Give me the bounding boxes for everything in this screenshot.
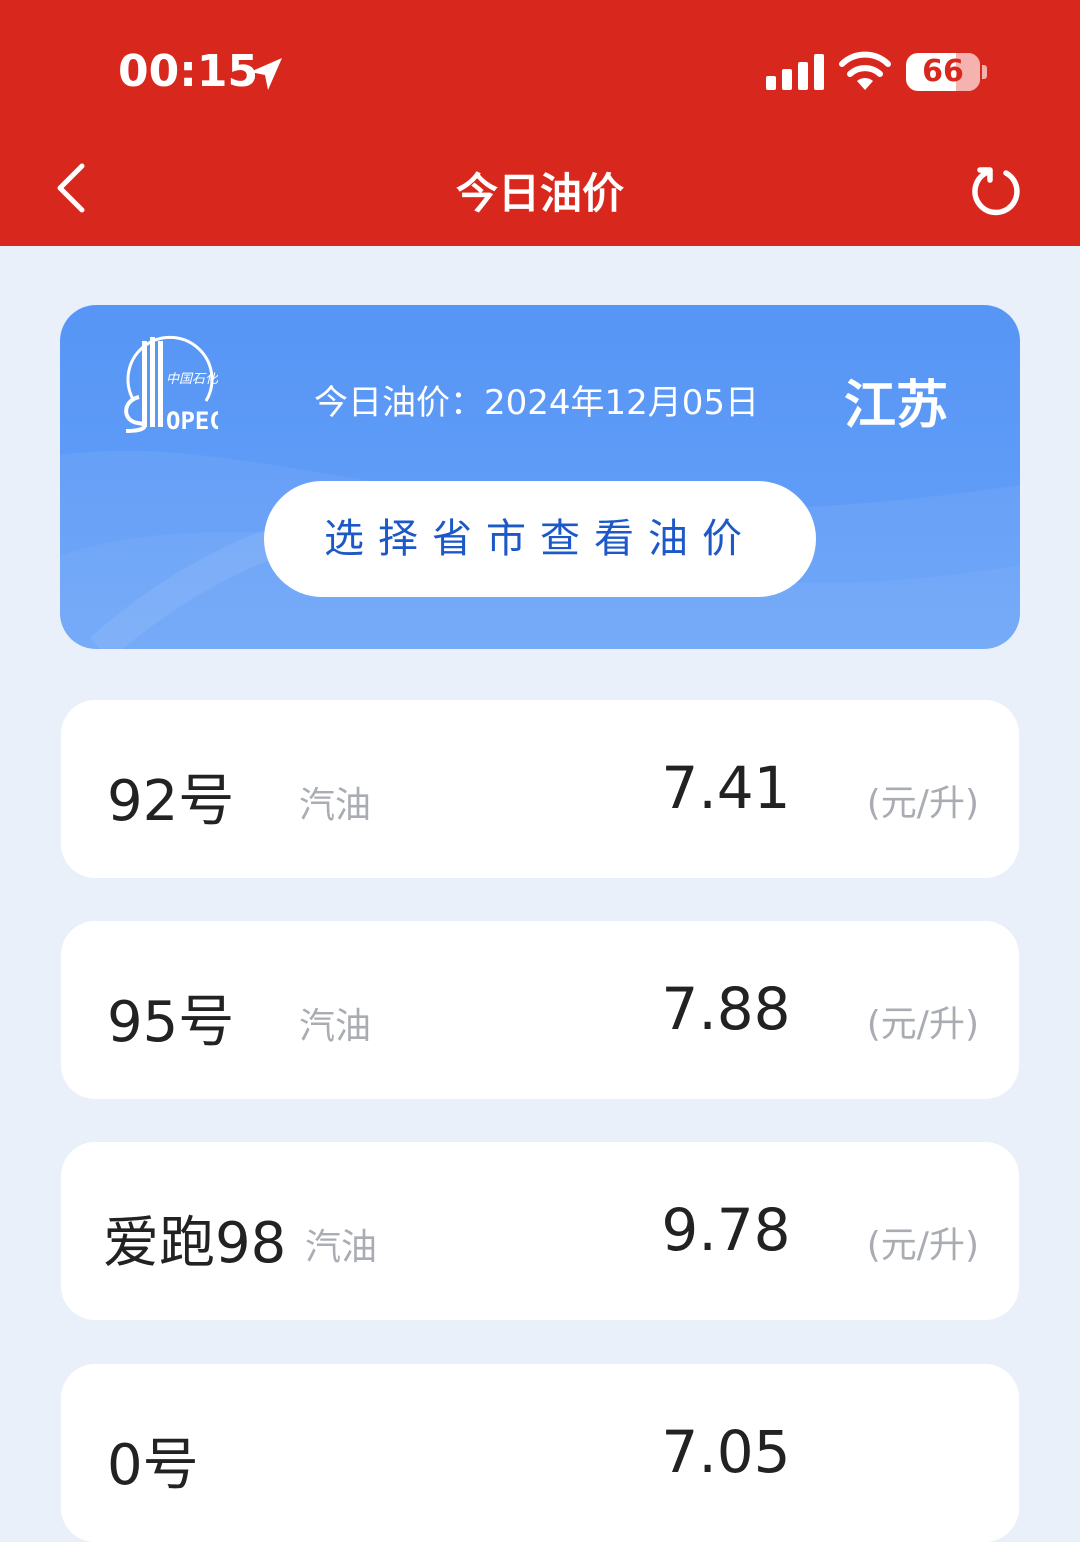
cellular-signal-icon: [766, 54, 824, 90]
svg-text:中国石化: 中国石化: [166, 372, 218, 387]
date-label: 今日油价：2024年12月05日: [314, 383, 760, 423]
back-button[interactable]: [52, 160, 92, 216]
fuel-type: 汽油: [299, 1006, 372, 1047]
fuel-price: 7.41: [661, 754, 791, 822]
price-row: 爱跑98 汽油 9.78 (元/升): [61, 1142, 1019, 1320]
refresh-icon[interactable]: [968, 164, 1022, 218]
fuel-grade: 92号: [107, 769, 235, 834]
fuel-type: 汽油: [305, 1227, 378, 1268]
battery-icon: 66: [906, 53, 980, 91]
fuel-grade: 0号: [107, 1433, 199, 1498]
price-unit: (元/升): [866, 783, 979, 824]
price-unit: (元/升): [866, 1004, 979, 1045]
fuel-price: 7.05: [661, 1418, 791, 1486]
fuel-type: 汽油: [299, 785, 372, 826]
oil-price-info-card: 中国石化 OPEC 今日油价：2024年12月05日 江苏 选择省市查看油价: [60, 305, 1020, 649]
select-province-button[interactable]: 选择省市查看油价: [264, 481, 816, 597]
location-arrow-icon: [250, 58, 282, 90]
price-row: 95号 汽油 7.88 (元/升): [61, 921, 1019, 1099]
page-title: 今日油价: [455, 169, 624, 218]
fuel-grade: 爱跑98: [103, 1211, 287, 1276]
battery-cap: [982, 65, 987, 79]
status-time: 00:15: [118, 46, 259, 97]
top-bar: 00:15 66 今日油价: [0, 0, 1080, 246]
price-unit: (元/升): [866, 1225, 979, 1266]
svg-text:OPEC: OPEC: [166, 407, 218, 435]
wifi-icon: [839, 51, 891, 90]
price-row: 0号 7.05: [61, 1364, 1019, 1542]
fuel-price: 7.88: [661, 975, 791, 1043]
battery-level: 66: [922, 54, 964, 89]
sinopec-logo: 中国石化 OPEC: [124, 335, 218, 435]
province-label[interactable]: 江苏: [844, 363, 948, 438]
price-row: 92号 汽油 7.41 (元/升): [61, 700, 1019, 878]
fuel-grade: 95号: [107, 990, 235, 1055]
fuel-price: 9.78: [661, 1196, 791, 1264]
